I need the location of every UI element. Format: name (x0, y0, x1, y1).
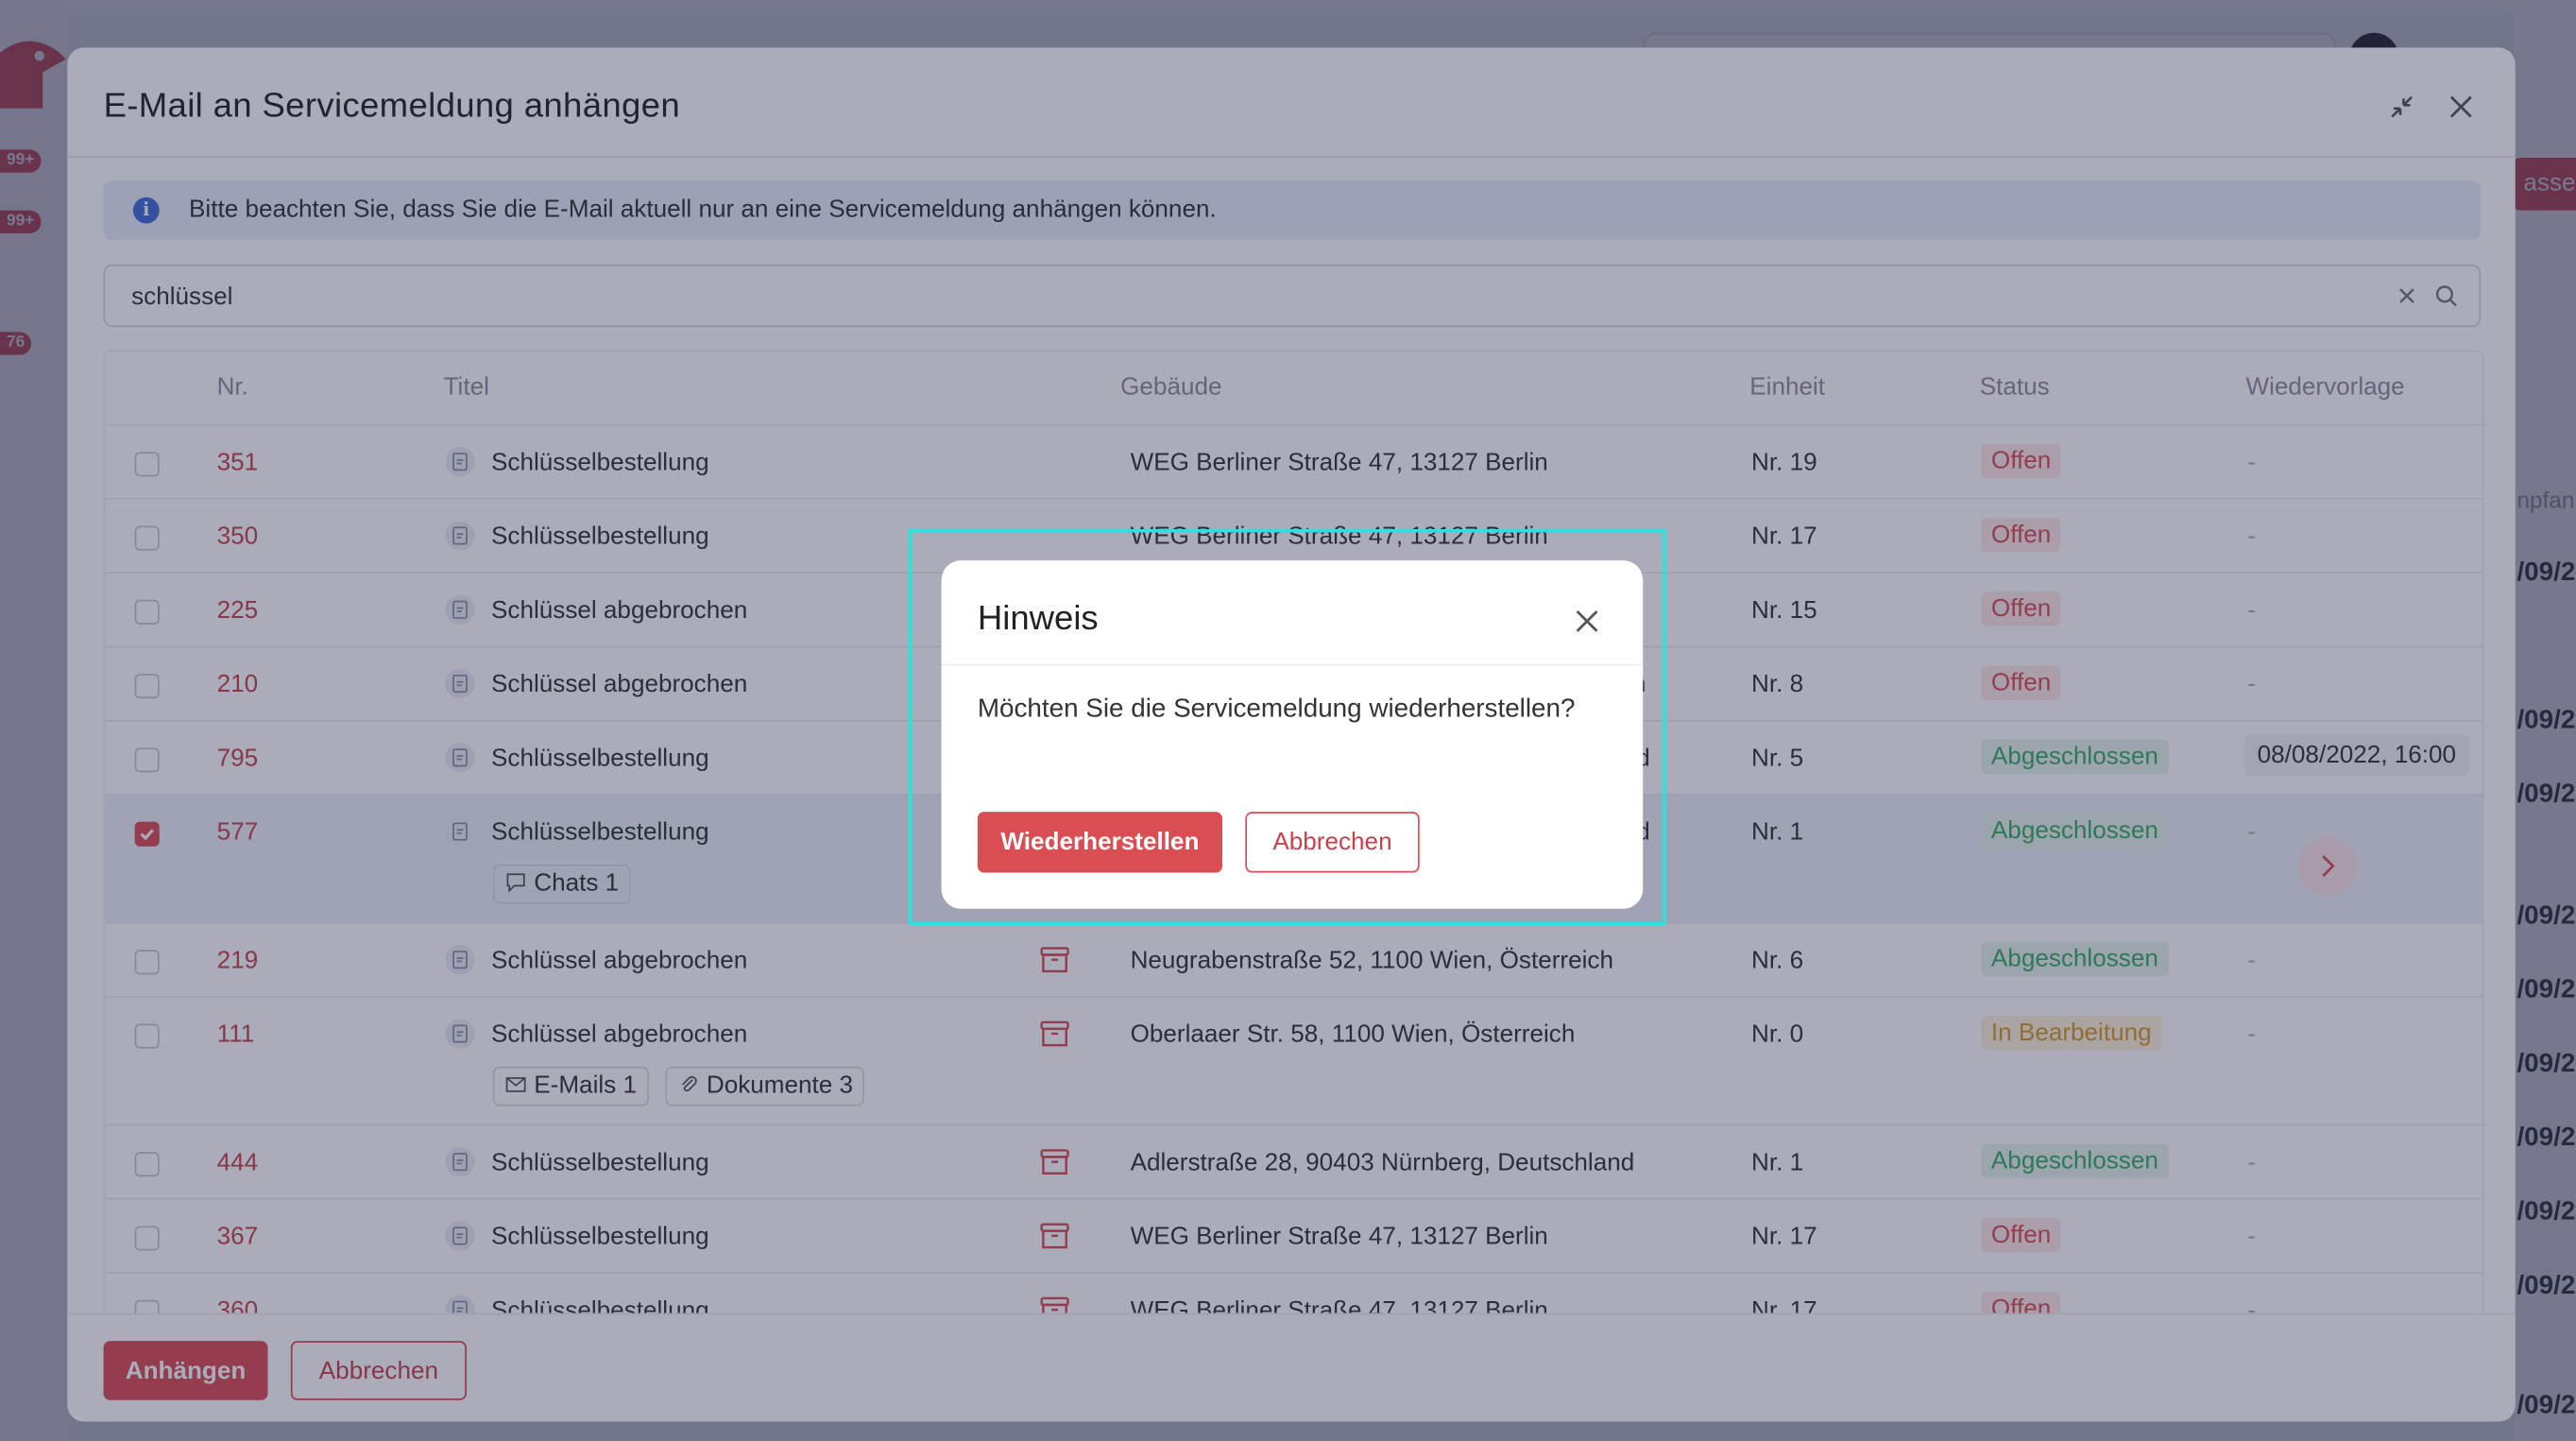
focus-highlight (908, 529, 1666, 926)
